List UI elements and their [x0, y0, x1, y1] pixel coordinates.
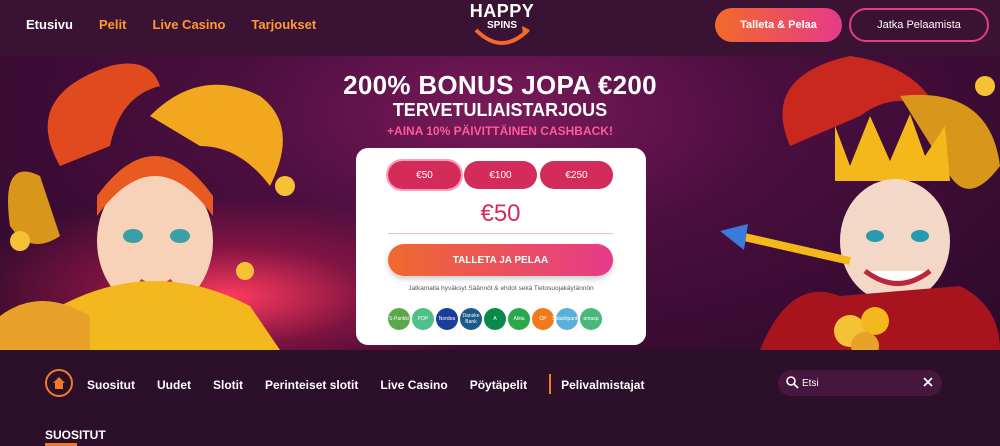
bank-danske: Danske Bank: [460, 308, 482, 330]
amount-50-button[interactable]: €50: [386, 159, 463, 191]
continue-playing-button[interactable]: Jatka Pelaamista: [849, 8, 989, 42]
hero-cashback: +AINA 10% PÄIVITTÄINEN CASHBACK!: [387, 124, 613, 138]
tab-perinteiset-slotit[interactable]: Perinteiset slotit: [265, 378, 358, 394]
deposit-play-button[interactable]: Talleta & Pelaa: [715, 8, 842, 42]
logo-swoosh-icon: [474, 26, 530, 45]
nav-etusivu[interactable]: Etusivu: [26, 17, 73, 32]
tab-slotit[interactable]: Slotit: [213, 378, 243, 394]
top-header: Etusivu Pelit Live Casino Tarjoukset HAP…: [0, 0, 1000, 56]
deposit-and-play-button[interactable]: TALLETA JA PELAA: [388, 244, 613, 276]
hero-banner: 200% BONUS JOPA €200 TERVETULIAISTARJOUS…: [0, 56, 1000, 350]
bank-nordea: Nordea: [436, 308, 458, 330]
bank-aktia: Aktia: [508, 308, 530, 330]
logo-line1: HAPPY: [469, 1, 535, 21]
bank-logos: S-Pankki POP Nordea Danske Bank A Aktia …: [388, 308, 602, 330]
section-title: SUOSITUT: [45, 428, 106, 442]
search-input[interactable]: [802, 375, 912, 391]
nav-live-casino[interactable]: Live Casino: [152, 17, 225, 32]
tab-pelivalmistajat[interactable]: Pelivalmistajat: [561, 378, 644, 394]
amount-100-button[interactable]: €100: [464, 161, 537, 189]
deposit-amount-field[interactable]: €50: [388, 200, 613, 234]
main-nav: Etusivu Pelit Live Casino Tarjoukset: [26, 17, 316, 32]
home-button[interactable]: [45, 369, 73, 397]
amount-250-button[interactable]: €250: [540, 161, 613, 189]
tab-suositut[interactable]: Suositut: [87, 378, 135, 394]
terms-text: Jatkamalla hyväksyt Säännöt & ehdot sekä…: [408, 285, 594, 292]
nav-pelit[interactable]: Pelit: [99, 17, 126, 32]
jester-right-illustration: [720, 56, 1000, 350]
category-separator: [549, 374, 552, 394]
bank-s-pankki: S-Pankki: [388, 308, 410, 330]
search-box: [778, 370, 942, 396]
close-icon[interactable]: [922, 376, 934, 388]
hero-title: 200% BONUS JOPA €200: [343, 70, 657, 100]
bank-a: A: [484, 308, 506, 330]
category-bar: Suositut Uudet Slotit Perinteiset slotit…: [0, 350, 1000, 446]
hero-subtitle: TERVETULIAISTARJOUS: [392, 100, 608, 120]
amount-options: €50 €100 €250: [386, 159, 613, 191]
bank-pop: POP: [412, 308, 434, 330]
tab-uudet[interactable]: Uudet: [157, 378, 191, 394]
happy-spins-logo[interactable]: HAPPY SPINS: [462, 2, 542, 48]
tab-live-casino[interactable]: Live Casino: [380, 378, 447, 394]
nav-tarjoukset[interactable]: Tarjoukset: [251, 17, 316, 32]
jester-left-illustration: [0, 63, 295, 350]
bank-omasp: omasp: [580, 308, 602, 330]
category-tabs: Suositut Uudet Slotit Perinteiset slotit…: [87, 374, 666, 394]
home-icon: [53, 377, 65, 389]
bank-op: OP: [532, 308, 554, 330]
tab-poytapelit[interactable]: Pöytäpelit: [470, 378, 527, 394]
bank-saastopankki: Säästöpankki: [552, 308, 582, 330]
deposit-card: €50 €100 €250 €50 TALLETA JA PELAA Jatka…: [356, 148, 646, 345]
search-icon: [786, 376, 799, 389]
